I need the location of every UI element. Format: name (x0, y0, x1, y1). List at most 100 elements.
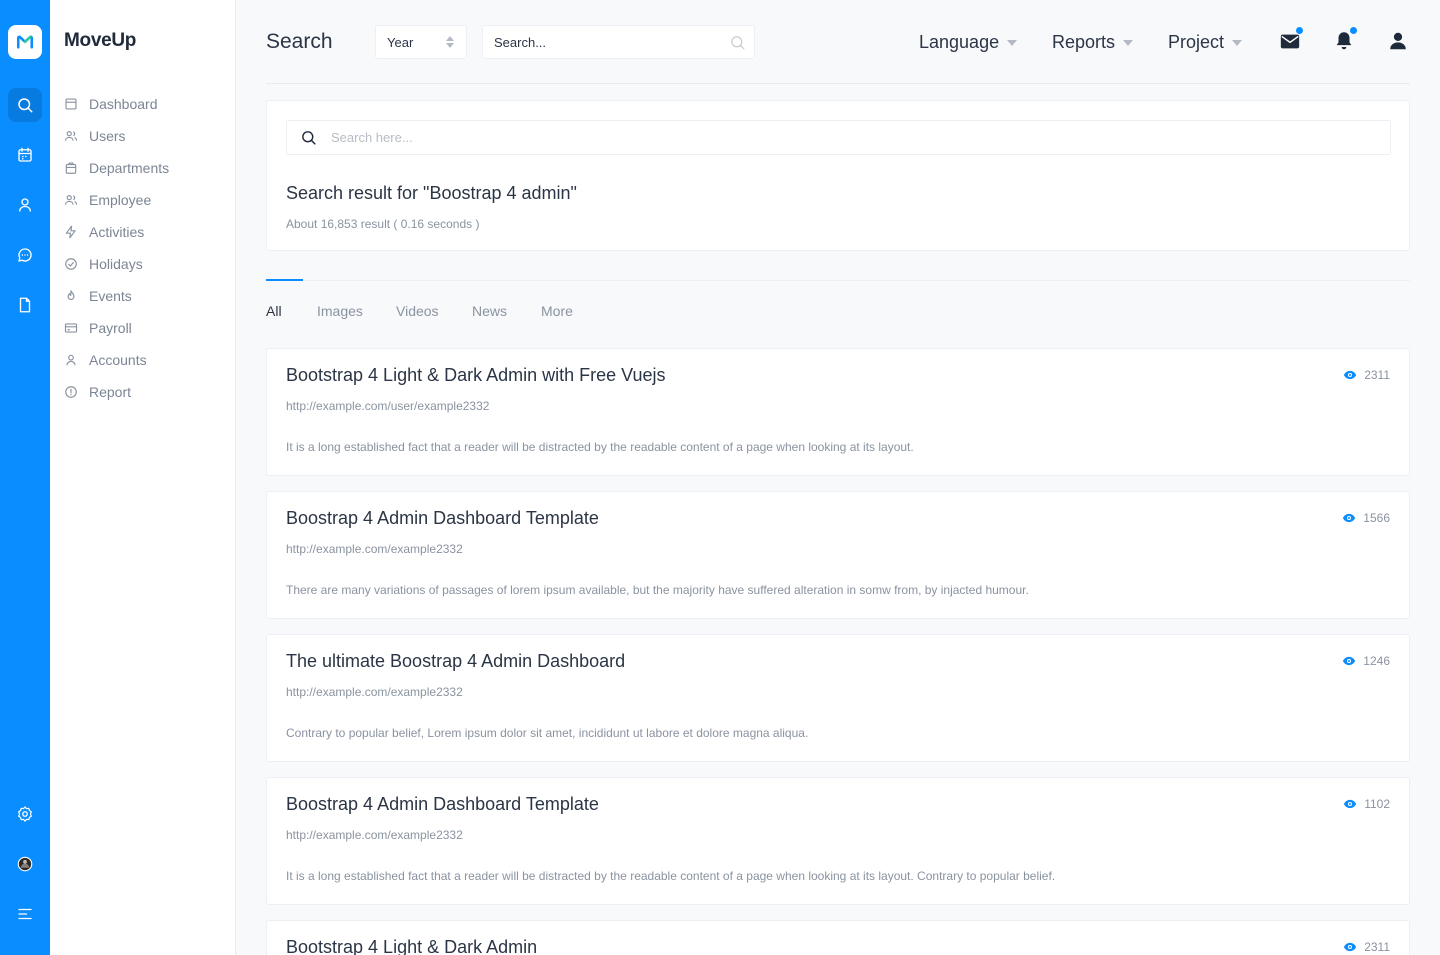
sidebar-item-label: Report (89, 384, 132, 400)
rail-settings-button[interactable] (8, 797, 42, 831)
search-result-meta: About 16,853 result ( 0.16 seconds ) (286, 217, 480, 231)
mail-button[interactable] (1279, 27, 1303, 52)
result-title[interactable]: Boostrap 4 Admin Dashboard Template (286, 794, 599, 815)
result-views: 2311 (1343, 368, 1390, 382)
icon-rail (0, 0, 50, 955)
result-views-count: 2311 (1364, 940, 1390, 954)
notification-dot (1350, 27, 1357, 34)
result-views-count: 1566 (1363, 511, 1390, 525)
rail-chat-button[interactable] (8, 238, 42, 272)
brand-name: MoveUp (64, 30, 137, 51)
search-card: Search here... Search result for "Boostr… (266, 100, 1410, 251)
tab-videos[interactable]: Videos (396, 303, 439, 319)
year-select[interactable]: Year (375, 25, 467, 59)
profile-button[interactable] (1387, 30, 1409, 52)
menu-icon (18, 908, 32, 920)
tab-news[interactable]: News (472, 303, 507, 319)
sidebar-item-activities[interactable]: Activities (64, 216, 169, 248)
rail-calendar-button[interactable] (8, 138, 42, 172)
result-item[interactable]: The ultimate Boostrap 4 Admin Dashboard … (266, 634, 1410, 762)
main-search-input[interactable]: Search here... (286, 120, 1391, 155)
tab-more[interactable]: More (541, 303, 573, 319)
user-icon (1390, 32, 1406, 50)
dashboard-icon (65, 98, 77, 110)
result-url[interactable]: http://example.com/example2332 (286, 828, 463, 842)
sidebar-item-users[interactable]: Users (64, 120, 169, 152)
result-description: It is a long established fact that a rea… (286, 440, 914, 454)
users-icon (64, 131, 78, 141)
file-icon (19, 297, 31, 313)
result-title[interactable]: Bootstrap 4 Light & Dark Admin with Free… (286, 365, 666, 386)
eye-icon (1344, 799, 1357, 809)
result-views: 2311 (1343, 940, 1390, 954)
year-select-value: Year (387, 34, 414, 50)
rail-file-button[interactable] (8, 288, 42, 322)
language-menu[interactable]: Language (919, 32, 1018, 53)
tab-all[interactable]: All (266, 303, 282, 319)
language-menu-label: Language (919, 32, 1000, 52)
sidebar-item-label: Departments (89, 160, 170, 176)
result-url[interactable]: http://example.com/example2332 (286, 542, 463, 556)
sidebar-item-payroll[interactable]: Payroll (64, 312, 169, 344)
rail-user-button[interactable] (8, 188, 42, 222)
result-views-count: 1102 (1364, 797, 1390, 811)
user-icon (19, 198, 31, 212)
result-item[interactable]: Boostrap 4 Admin Dashboard Template http… (266, 777, 1410, 905)
eye-icon (1344, 942, 1357, 952)
sidebar-item-employee[interactable]: Employee (64, 184, 169, 216)
caret-down-icon (1123, 39, 1134, 46)
sidebar-item-label: Dashboard (89, 96, 158, 112)
search-icon (18, 98, 33, 113)
search-icon[interactable] (729, 34, 746, 51)
employee-icon (64, 195, 78, 205)
result-item[interactable]: Boostrap 4 Admin Dashboard Template http… (266, 491, 1410, 619)
sidebar-item-label: Activities (89, 224, 145, 240)
result-title[interactable]: The ultimate Boostrap 4 Admin Dashboard (286, 651, 625, 672)
top-header: Search Year Search... Language Reports P… (266, 0, 1410, 84)
search-result-title: Search result for "Boostrap 4 admin" (286, 183, 577, 203)
result-views: 1102 (1343, 797, 1390, 811)
notifications-button[interactable] (1333, 27, 1357, 52)
result-title[interactable]: Bootstrap 4 Light & Dark Admin (286, 937, 537, 955)
sidebar-item-label: Payroll (89, 320, 132, 336)
result-url[interactable]: http://example.com/example2332 (286, 685, 463, 699)
eye-icon (1344, 370, 1357, 380)
check-circle-icon (65, 258, 77, 270)
main-search-placeholder: Search here... (331, 130, 413, 145)
rail-search-button[interactable] (8, 88, 42, 122)
sidebar-item-departments[interactable]: Departments (64, 152, 169, 184)
result-description: It is a long established fact that a rea… (286, 869, 1056, 883)
result-tabs: All Images Videos News More (266, 279, 1410, 330)
eye-icon (1343, 656, 1356, 666)
page-title: Search (266, 30, 333, 53)
result-item[interactable]: Bootstrap 4 Light & Dark Admin 2311 (266, 920, 1410, 955)
chat-icon (18, 248, 32, 262)
result-item[interactable]: Bootstrap 4 Light & Dark Admin with Free… (266, 348, 1410, 476)
caret-down-icon (1232, 39, 1243, 46)
sidebar-item-label: Events (89, 288, 132, 304)
calendar-icon (18, 147, 32, 162)
sidebar-item-events[interactable]: Events (64, 280, 169, 312)
result-views: 1246 (1342, 654, 1390, 668)
app-logo[interactable] (8, 25, 42, 59)
gear-icon (18, 806, 32, 822)
logo-icon (16, 35, 34, 49)
sidebar-item-holidays[interactable]: Holidays (64, 248, 169, 280)
rail-avatar[interactable] (8, 847, 42, 881)
project-menu[interactable]: Project (1168, 32, 1243, 53)
caret-down-icon (1007, 39, 1018, 46)
departments-icon (65, 162, 77, 174)
tab-images[interactable]: Images (317, 303, 363, 319)
header-search-input[interactable]: Search... (482, 25, 755, 59)
credit-card-icon (64, 323, 78, 333)
sidebar-item-report[interactable]: Report (64, 376, 169, 408)
sidebar-item-accounts[interactable]: Accounts (64, 344, 169, 376)
header-search-placeholder: Search... (494, 34, 547, 50)
user-icon (66, 354, 76, 366)
rail-menu-button[interactable] (8, 897, 42, 931)
result-url[interactable]: http://example.com/user/example2332 (286, 399, 489, 413)
sidebar: MoveUp Dashboard Users Departments Emplo… (50, 0, 236, 955)
sidebar-item-dashboard[interactable]: Dashboard (64, 88, 169, 120)
reports-menu[interactable]: Reports (1052, 32, 1134, 53)
result-title[interactable]: Boostrap 4 Admin Dashboard Template (286, 508, 599, 529)
